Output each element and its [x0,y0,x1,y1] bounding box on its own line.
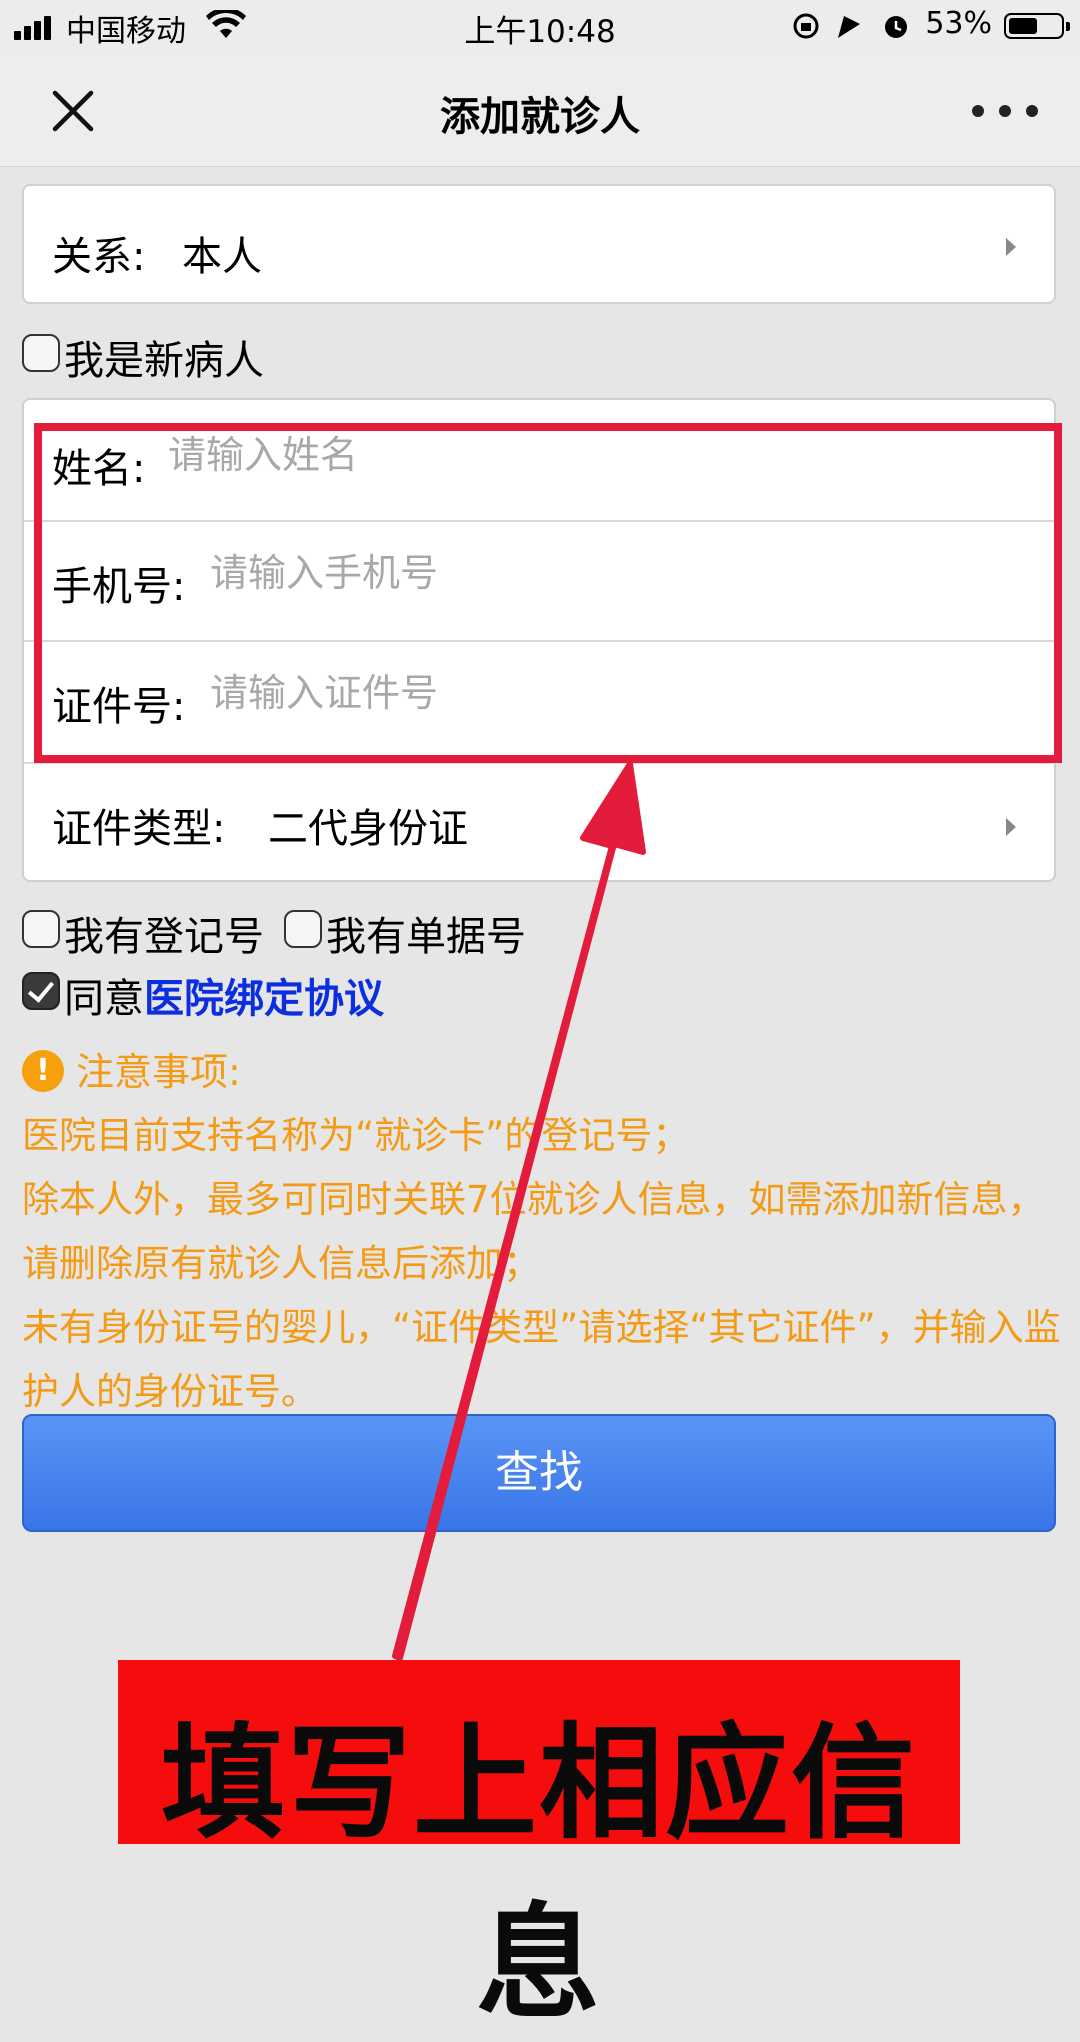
rotation-lock-icon [793,13,819,39]
battery-icon [1004,13,1070,39]
chevron-right-icon [1006,238,1016,256]
annotation-banner-text: 填写上相应信息 [160,1712,917,2036]
relation-value: 本人 [182,234,262,280]
id-type-selector[interactable]: 证件类型: 二代身份证 [24,796,1054,856]
alarm-icon [885,16,907,38]
battery-percent: 53% [925,6,992,41]
relation-label: 关系: [52,234,146,280]
page-title: 添加就诊人 [440,94,640,140]
notice-text: 医院目前支持名称为“就诊卡”的登记号； 除本人外，最多可同时关联7位就诊人信息，… [22,1104,1072,1424]
registration-number-checkbox[interactable] [22,910,60,948]
agree-label: 同意医院绑定协议 [64,966,384,1024]
agreement-link[interactable]: 医院绑定协议 [144,976,384,1022]
new-patient-label: 我是新病人 [64,338,264,384]
status-icons-group [793,13,907,39]
registration-number-label: 我有登记号 [64,914,264,960]
notice-line: 医院目前支持名称为“就诊卡”的登记号； [22,1114,690,1157]
agree-prefix: 同意 [64,976,144,1022]
nav-bar: 添加就诊人 [0,54,1080,167]
notice-line: 除本人外，最多可同时关联7位就诊人信息，如需添加新信息，请删除原有就诊人信息后添… [22,1178,1045,1285]
id-type-label: 证件类型: [52,806,226,852]
warning-icon: ! [22,1050,64,1092]
more-icon[interactable] [972,100,1038,120]
notice-title: 注意事项: [76,1050,241,1094]
agree-checkbox[interactable] [22,972,60,1010]
search-button[interactable]: 查找 [22,1414,1056,1532]
annotation-banner: 填写上相应信息 [118,1660,960,2036]
new-patient-checkbox[interactable] [22,334,60,372]
annotation-highlight-box [34,423,1062,763]
chevron-right-icon [1006,818,1016,836]
receipt-number-label: 我有单据号 [326,914,526,960]
relation-selector[interactable]: 关系: 本人 [22,184,1056,304]
id-type-value: 二代身份证 [268,806,468,852]
status-bar: 中国移动 上午10:48 53% [0,0,1080,54]
location-icon [838,16,860,38]
notice-line: 未有身份证号的婴儿，“证件类型”请选择“其它证件”，并输入监护人的身份证号。 [22,1306,1061,1413]
receipt-number-checkbox[interactable] [284,910,322,948]
